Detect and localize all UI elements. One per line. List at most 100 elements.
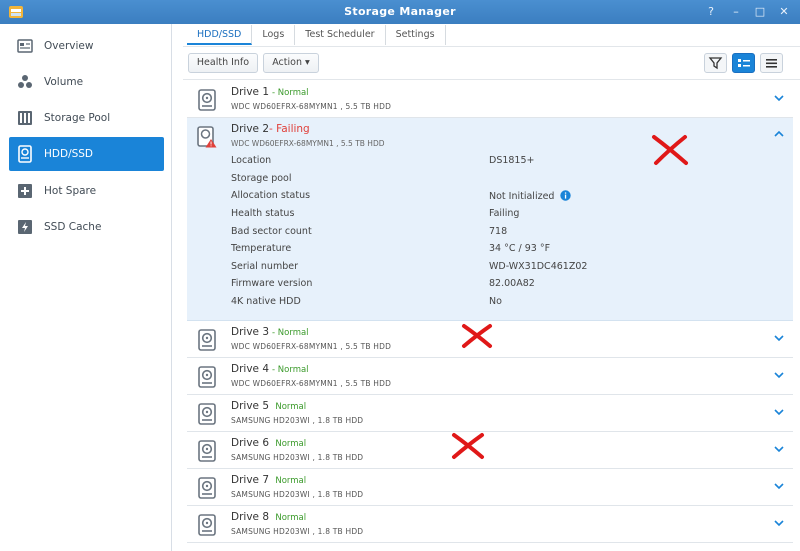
sidebar-item-label: Storage Pool xyxy=(44,112,111,124)
sidebar-item-label: Volume xyxy=(44,76,84,88)
tab-test-scheduler[interactable]: Test Scheduler xyxy=(295,25,386,45)
ssd-cache-icon xyxy=(18,220,32,234)
hdd-icon xyxy=(198,329,216,351)
drive-status: Normal xyxy=(275,476,307,486)
window-title: Storage Manager xyxy=(344,5,456,18)
sidebar: Overview Volume Storage Pool HDD/SSD Hot… xyxy=(0,24,172,551)
chevron-down-icon[interactable] xyxy=(773,369,785,381)
sidebar-item-label: Overview xyxy=(44,40,94,52)
hot-spare-icon xyxy=(18,184,32,198)
hdd-icon xyxy=(198,440,216,462)
detail-label: Bad sector count xyxy=(231,226,312,237)
detail-label: Allocation status xyxy=(231,190,311,201)
chevron-down-icon[interactable] xyxy=(773,480,785,492)
chevron-down-icon[interactable] xyxy=(773,332,785,344)
drive-description: SAMSUNG HD203WI , 1.8 TB HDD xyxy=(231,490,364,499)
detail-value: WD-WX31DC461Z02 xyxy=(489,261,588,272)
hdd-icon xyxy=(198,89,216,111)
sidebar-item-volume[interactable]: Volume xyxy=(9,65,164,99)
drive-description: WDC WD60EFRX-68MYMN1 , 5.5 TB HDD xyxy=(231,139,385,148)
red-x-annotation xyxy=(652,135,688,165)
sidebar-item-storage-pool[interactable]: Storage Pool xyxy=(9,101,164,135)
drive-name: Drive 3- Normal xyxy=(231,326,309,338)
drive-row-1[interactable]: Drive 1- Normal WDC WD60EFRX-68MYMN1 , 5… xyxy=(187,81,793,118)
info-icon[interactable] xyxy=(560,190,572,201)
drive-name: Drive 7 Normal xyxy=(231,474,307,486)
drive-row-5[interactable]: Drive 5 Normal SAMSUNG HD203WI , 1.8 TB … xyxy=(187,395,793,432)
detail-label: Location xyxy=(231,155,272,166)
volume-icon xyxy=(18,75,32,88)
drive-row-6[interactable]: Drive 6 Normal SAMSUNG HD203WI , 1.8 TB … xyxy=(187,432,793,469)
detail-view-button[interactable] xyxy=(732,53,755,73)
drive-status: - Failing xyxy=(269,123,310,135)
detail-label: Firmware version xyxy=(231,278,313,289)
detail-row-4k-native: 4K native HDD No xyxy=(231,296,771,312)
detail-list-icon xyxy=(738,59,750,67)
help-button[interactable]: ? xyxy=(703,4,719,20)
hdd-icon xyxy=(198,403,216,425)
drive-status: Normal xyxy=(275,439,307,449)
chevron-down-icon[interactable] xyxy=(773,517,785,529)
drive-status: - Normal xyxy=(272,88,309,98)
red-x-annotation xyxy=(452,433,484,459)
chevron-down-icon[interactable] xyxy=(773,92,785,104)
drive-description: WDC WD60EFRX-68MYMN1 , 5.5 TB HDD xyxy=(231,342,392,351)
sidebar-item-label: Hot Spare xyxy=(44,185,97,197)
action-button[interactable]: Action ▾ xyxy=(263,53,319,73)
tabs-divider xyxy=(183,46,800,47)
detail-value: Not Initialized xyxy=(489,190,572,202)
detail-value: 34 °C / 93 °F xyxy=(489,243,551,254)
tab-bar: HDD/SSD Logs Test Scheduler Settings xyxy=(187,24,446,46)
detail-label: Serial number xyxy=(231,261,298,272)
drive-name: Drive 6 Normal xyxy=(231,437,307,449)
drive-description: SAMSUNG HD203WI , 1.8 TB HDD xyxy=(231,527,364,536)
drive-row-8[interactable]: Drive 8 Normal SAMSUNG HD203WI , 1.8 TB … xyxy=(187,506,793,543)
hdd-warning-icon xyxy=(197,126,217,148)
detail-label: Storage pool xyxy=(231,173,292,184)
tab-settings[interactable]: Settings xyxy=(386,25,446,45)
drive-status: Normal xyxy=(275,513,307,523)
hdd-icon xyxy=(198,366,216,388)
list-icon xyxy=(766,59,777,68)
drive-status: - Normal xyxy=(272,328,309,338)
detail-value: 82.00A82 xyxy=(489,278,535,289)
detail-value: No xyxy=(489,296,502,307)
drive-name: Drive 5 Normal xyxy=(231,400,307,412)
drive-name: Drive 1- Normal xyxy=(231,86,309,98)
detail-label: Temperature xyxy=(231,243,292,254)
close-button[interactable]: ✕ xyxy=(776,4,792,20)
detail-value: Failing xyxy=(489,208,520,219)
sidebar-item-hot-spare[interactable]: Hot Spare xyxy=(9,174,164,208)
health-info-button[interactable]: Health Info xyxy=(188,53,258,73)
tab-logs[interactable]: Logs xyxy=(252,25,296,45)
detail-value: DS1815+ xyxy=(489,155,535,166)
drive-row-2-expanded[interactable]: Drive 2- Failing WDC WD60EFRX-68MYMN1 , … xyxy=(187,118,793,321)
toolbar-divider xyxy=(183,79,800,80)
tab-hdd-ssd[interactable]: HDD/SSD xyxy=(187,25,253,45)
chevron-down-icon[interactable] xyxy=(773,406,785,418)
main-panel: HDD/SSD Logs Test Scheduler Settings Hea… xyxy=(173,24,800,551)
drive-name: Drive 8 Normal xyxy=(231,511,307,523)
detail-label: 4K native HDD xyxy=(231,296,301,307)
detail-row-serial-number: Serial number WD-WX31DC461Z02 xyxy=(231,261,771,277)
chevron-down-icon[interactable] xyxy=(773,443,785,455)
sidebar-item-ssd-cache[interactable]: SSD Cache xyxy=(9,210,164,244)
drive-status: - Normal xyxy=(272,365,309,375)
detail-row-allocation-status: Allocation status Not Initialized xyxy=(231,190,771,206)
drive-description: SAMSUNG HD203WI , 1.8 TB HDD xyxy=(231,453,364,462)
drive-row-4[interactable]: Drive 4- Normal WDC WD60EFRX-68MYMN1 , 5… xyxy=(187,358,793,395)
drive-description: WDC WD60EFRX-68MYMN1 , 5.5 TB HDD xyxy=(231,379,392,388)
minimize-button[interactable]: – xyxy=(728,4,744,20)
list-view-button[interactable] xyxy=(760,53,783,73)
detail-label: Health status xyxy=(231,208,295,219)
maximize-button[interactable]: □ xyxy=(752,4,768,20)
drive-description: SAMSUNG HD203WI , 1.8 TB HDD xyxy=(231,416,364,425)
filter-button[interactable] xyxy=(704,53,727,73)
drive-row-7[interactable]: Drive 7 Normal SAMSUNG HD203WI , 1.8 TB … xyxy=(187,469,793,506)
hdd-icon xyxy=(18,145,32,163)
red-x-annotation xyxy=(462,324,492,348)
sidebar-item-overview[interactable]: Overview xyxy=(9,29,164,63)
sidebar-item-hdd-ssd[interactable]: HDD/SSD xyxy=(9,137,164,171)
chevron-up-icon[interactable] xyxy=(773,128,785,140)
drive-description: WDC WD60EFRX-68MYMN1 , 5.5 TB HDD xyxy=(231,102,392,111)
